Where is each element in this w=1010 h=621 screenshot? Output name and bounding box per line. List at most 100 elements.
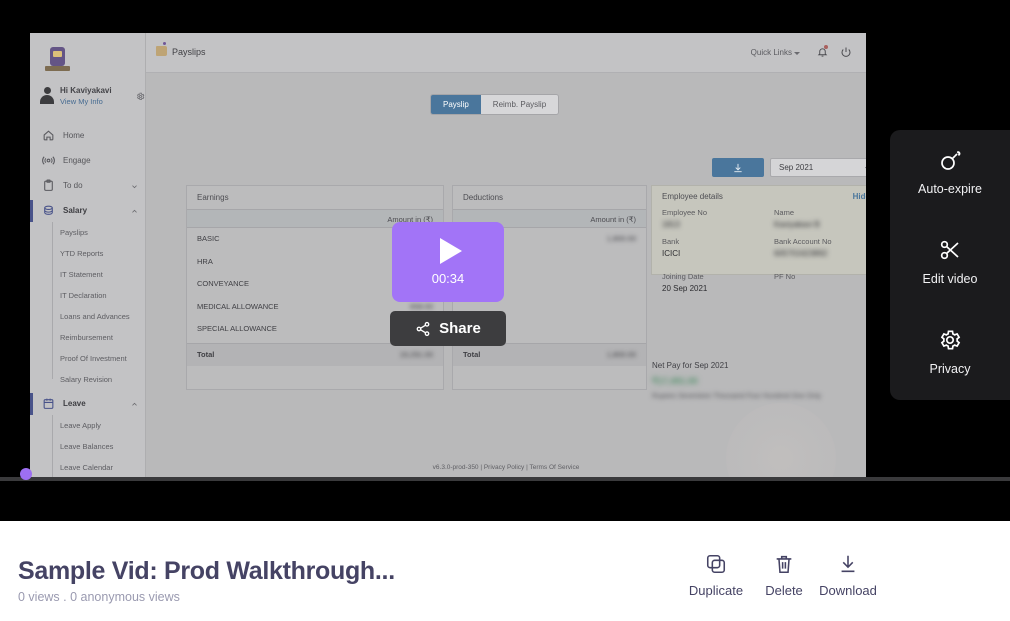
trash-icon: [776, 555, 792, 574]
sidebar-subitem-leave-balances[interactable]: Leave Balances: [60, 442, 113, 451]
active-indicator: [30, 200, 33, 222]
video-player-stage[interactable]: Hi Kaviyakavi View My Info Home Engage T…: [0, 0, 1010, 521]
employee-no-key: Employee No: [662, 208, 708, 217]
download-label: Download: [819, 583, 877, 598]
pf-no-key: PF No: [774, 272, 796, 281]
clipboard-icon: [44, 179, 53, 191]
sidebar-subitem-ytd-reports[interactable]: YTD Reports: [60, 249, 103, 258]
user-profile-row[interactable]: Hi Kaviyakavi View My Info: [40, 86, 145, 112]
sidebar-subitem-loans-and-advances[interactable]: Loans and Advances: [60, 312, 130, 321]
employee-no-value: 1813: [662, 220, 680, 229]
deductions-total-row: Total 1,800.00: [453, 343, 646, 366]
sidebar-subitem-proof-of-investment[interactable]: Proof Of Investment: [60, 354, 127, 363]
download-button[interactable]: Download: [803, 553, 893, 600]
sidebar-item-leave[interactable]: Leave: [30, 393, 146, 415]
video-tools-panel[interactable]: Auto-expire Edit video Privacy: [890, 130, 1010, 400]
app-sidebar: Hi Kaviyakavi View My Info Home Engage T…: [30, 33, 146, 477]
settings-gear-icon[interactable]: [136, 92, 145, 101]
chevron-down-icon: [794, 52, 800, 55]
payslip-tabs[interactable]: Payslip Reimb. Payslip: [431, 95, 559, 114]
duplicate-label: Duplicate: [688, 583, 744, 598]
sidebar-label-salary: Salary: [63, 206, 88, 215]
share-icon: [416, 321, 430, 336]
sidebar-label-leave: Leave: [63, 399, 86, 408]
sidebar-subitem-payslips[interactable]: Payslips: [60, 228, 88, 237]
app-logo-icon: [44, 47, 76, 75]
download-payslip-button[interactable]: [712, 158, 764, 177]
sidebar-label-engage: Engage: [63, 156, 91, 165]
earning-label: BASIC: [197, 234, 220, 243]
delete-label: Delete: [765, 583, 803, 598]
earnings-total-label: Total: [197, 350, 215, 359]
sidebar-label-home: Home: [63, 131, 85, 140]
engage-icon: [42, 156, 55, 165]
deductions-title: Deductions: [463, 193, 504, 202]
user-greeting: Hi Kaviyakavi: [60, 86, 112, 95]
active-indicator: [30, 393, 33, 415]
video-duration: 00:34: [431, 271, 465, 286]
earnings-title: Earnings: [197, 193, 229, 202]
sidebar-subitem-it-statement[interactable]: IT Statement: [60, 270, 103, 279]
name-value: Kaviyakavi B: [774, 220, 820, 229]
leave-subnav-rail: [52, 415, 53, 477]
employee-details-title: Employee details: [662, 192, 723, 201]
scissors-icon: [940, 240, 959, 260]
play-overlay-button[interactable]: 00:34: [392, 222, 504, 302]
breadcrumb: Payslips: [172, 47, 206, 57]
auto-expire-button[interactable]: Auto-expire: [890, 148, 1010, 198]
app-footer: v6.3.0-prod-350 | Privacy Policy | Terms…: [432, 464, 580, 471]
sidebar-item-todo[interactable]: To do: [38, 175, 146, 197]
folder-badge-dot: [163, 42, 166, 45]
sidebar-subitem-leave-apply[interactable]: Leave Apply: [60, 421, 101, 430]
deductions-total-amount: 1,800.00: [606, 350, 636, 359]
deductions-total-label: Total: [463, 350, 481, 359]
tab-reimb-payslip[interactable]: Reimb. Payslip: [480, 95, 559, 114]
app-content-area: Payslip Reimb. Payslip Sep 2021 Earnings…: [146, 73, 866, 477]
sidebar-subitem-salary-revision[interactable]: Salary Revision: [60, 375, 112, 384]
player-control-bar[interactable]: 0:00 / 00:34 Vmaker AI: [0, 481, 1010, 521]
page-title: Sample Vid: Prod Walkthrough...: [18, 557, 395, 585]
earning-amount: 658.00: [410, 301, 433, 311]
period-dropdown[interactable]: Sep 2021: [770, 158, 866, 177]
earning-label: SPECIAL ALLOWANCE: [197, 324, 277, 333]
joining-date-value: 20 Sep 2021: [662, 284, 708, 293]
tab-payslip[interactable]: Payslip: [431, 95, 481, 114]
deduction-amount: 1,800.00: [606, 234, 636, 243]
download-icon: [841, 555, 855, 573]
quick-links-menu[interactable]: Quick Links: [751, 48, 792, 57]
progress-scrubber-handle[interactable]: [20, 468, 32, 480]
sidebar-item-salary[interactable]: Salary: [30, 200, 146, 222]
earning-label: HRA: [197, 256, 213, 266]
privacy-button[interactable]: Privacy: [890, 328, 1010, 378]
edit-video-button[interactable]: Edit video: [890, 238, 1010, 288]
gear-icon: [940, 330, 961, 350]
sidebar-subitem-leave-calendar[interactable]: Leave Calendar: [60, 463, 113, 472]
play-icon: [439, 238, 462, 264]
chevron-down-icon: [865, 167, 866, 171]
sidebar-item-engage[interactable]: Engage: [38, 150, 146, 172]
sidebar-subitem-it-declaration[interactable]: IT Declaration: [60, 291, 107, 300]
sidebar-subitem-reimbursement[interactable]: Reimbursement: [60, 333, 113, 342]
chevron-down-icon: [132, 185, 137, 189]
view-count: 0 views . 0 anonymous views: [18, 590, 180, 604]
bank-key: Bank: [662, 237, 680, 246]
salary-subnav-rail: [52, 222, 53, 379]
sidebar-item-home[interactable]: Home: [38, 125, 146, 147]
edit-video-label: Edit video: [922, 272, 978, 286]
power-icon[interactable]: [840, 46, 852, 58]
net-pay-amount: ₹17,491.00: [652, 376, 698, 386]
net-pay-label: Net Pay for Sep 2021: [652, 361, 729, 370]
name-key: Name: [774, 208, 795, 217]
download-icon: [734, 163, 742, 172]
chevron-up-icon: [132, 402, 137, 406]
hide-details-link[interactable]: Hide: [853, 192, 866, 201]
bomb-icon: [941, 151, 961, 170]
employee-details-card: Employee details Hide Employee No 1813 N…: [651, 185, 866, 293]
view-my-info-link[interactable]: View My Info: [60, 97, 103, 106]
earning-label: CONVEYANCE: [197, 279, 249, 288]
duplicate-icon: [706, 554, 726, 574]
net-pay-in-words: Rupees Seventeen Thousand Four Hundred O…: [652, 393, 822, 400]
earnings-total-amount: 19,291.00: [399, 350, 433, 359]
period-value: Sep 2021: [779, 163, 814, 172]
share-button[interactable]: Share: [390, 311, 506, 346]
